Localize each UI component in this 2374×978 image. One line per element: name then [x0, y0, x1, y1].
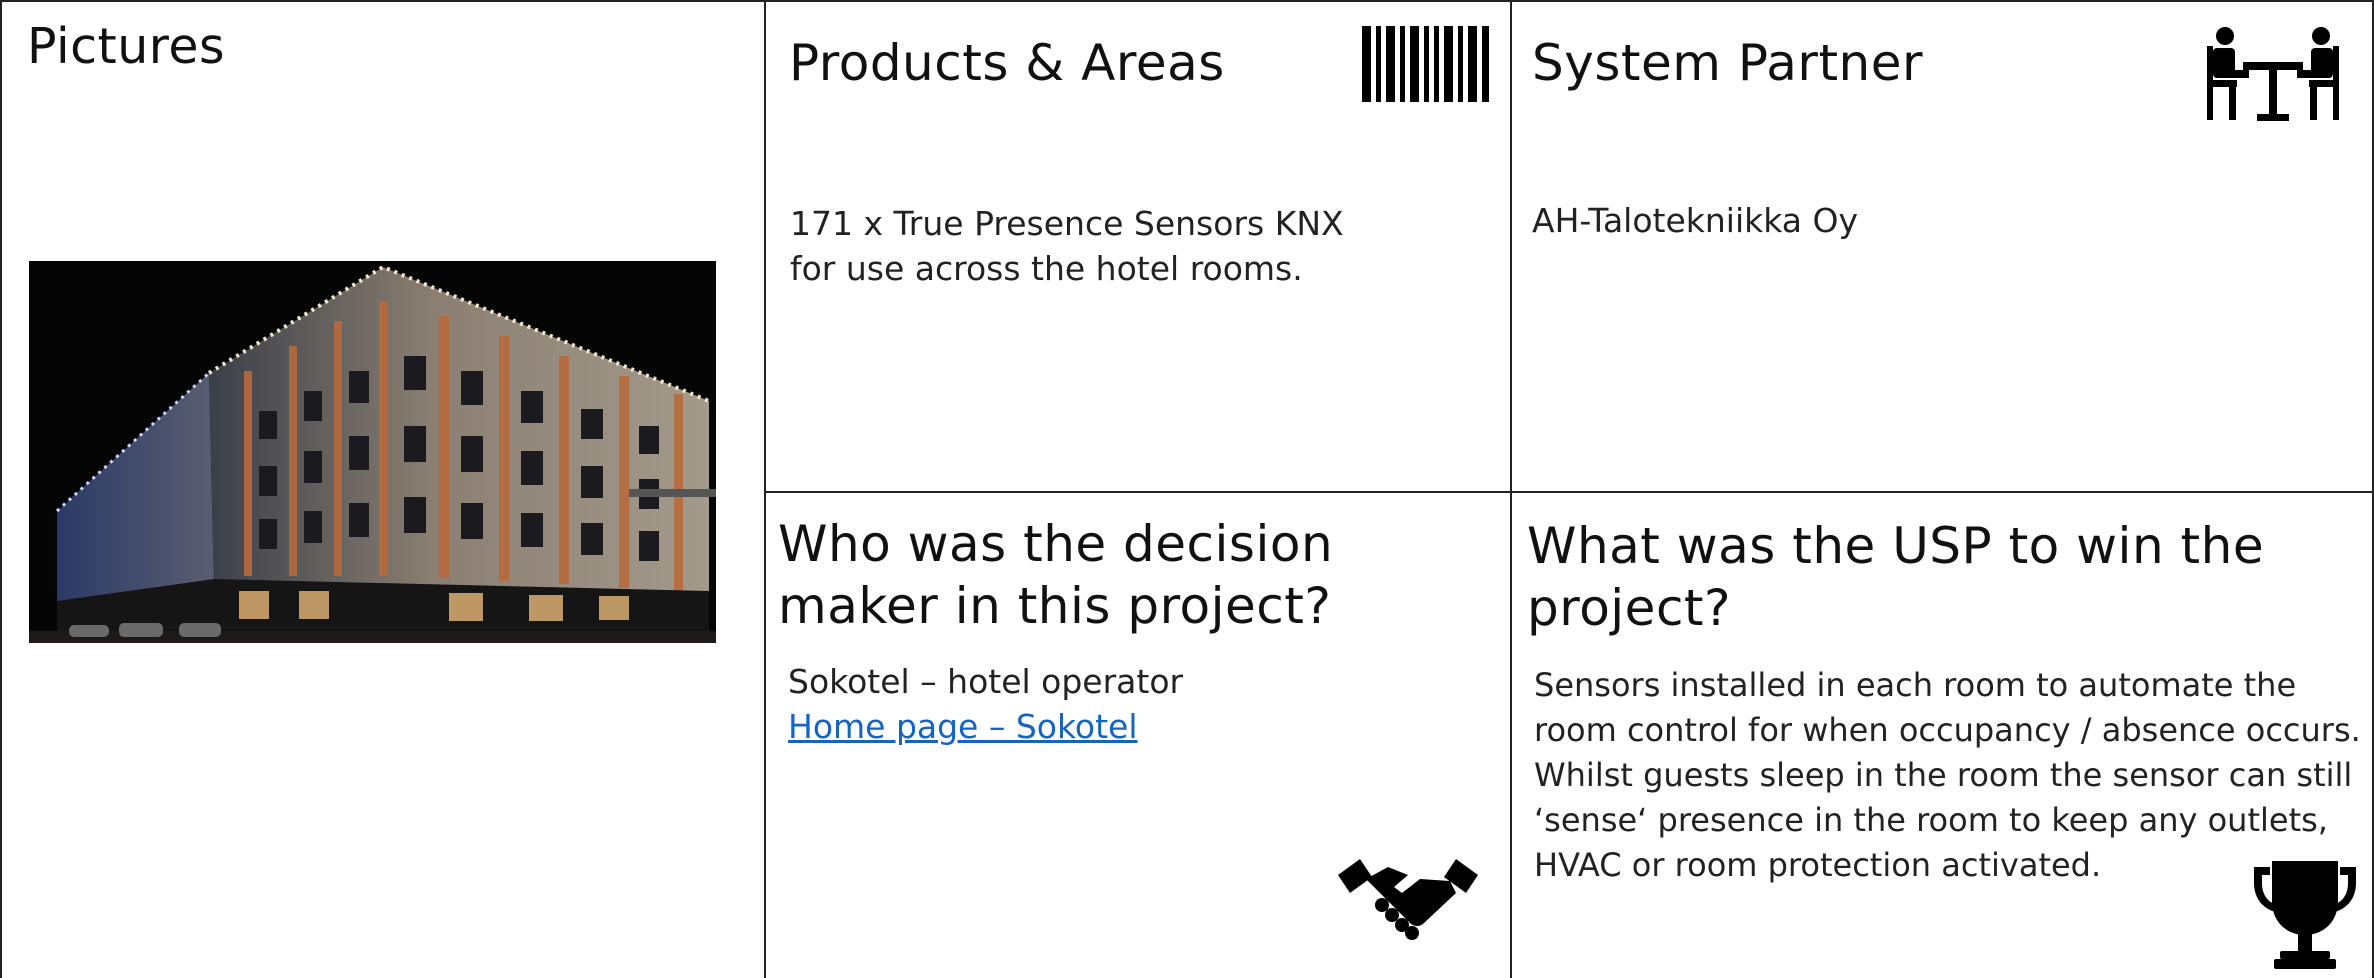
system-partner-description: AH-Talotekniikka Oy: [1532, 198, 1858, 243]
system-partner-panel: System Partner AH-Talotekniikka Oy: [1512, 2, 2372, 491]
products-line: 171 x True Presence Sensors KNX: [790, 204, 1344, 243]
partner-name: AH-Talotekniikka Oy: [1532, 201, 1859, 240]
products-areas-panel: Products & Areas 171 x True Presence Sen…: [766, 2, 1510, 491]
decision-title-line: Who was the decision: [778, 515, 1334, 573]
trophy-icon: [2250, 857, 2360, 976]
usp-title-line: project?: [1527, 579, 1732, 637]
decision-maker-name: Sokotel – hotel operator: [788, 662, 1184, 701]
usp-line: Whilst guests sleep in the room the sens…: [1534, 756, 2353, 794]
products-areas-title: Products & Areas: [789, 34, 1225, 92]
products-areas-description: 171 x True Presence Sensors KNX for use …: [790, 201, 1344, 291]
usp-title: What was the USP to win the project?: [1527, 515, 2264, 639]
usp-line: HVAC or room protection activated.: [1534, 846, 2102, 884]
barcode-icon: [1362, 26, 1492, 106]
pictures-panel: Pictures: [0, 0, 764, 978]
decision-title-line: maker in this project?: [778, 577, 1332, 635]
products-line: for use across the hotel rooms.: [790, 249, 1303, 288]
usp-line: Sensors installed in each room to automa…: [1534, 666, 2297, 704]
usp-title-line: What was the USP to win the: [1527, 517, 2265, 575]
pictures-title: Pictures: [27, 18, 226, 75]
hotel-building-photo: [29, 261, 716, 643]
usp-line: ‘sense‘ presence in the room to keep any…: [1534, 801, 2328, 839]
system-partner-title: System Partner: [1532, 34, 1924, 92]
usp-line: room control for when occupancy / absenc…: [1534, 711, 2361, 749]
usp-panel: What was the USP to win the project? Sen…: [1512, 493, 2372, 978]
slide: Pictures Products & Areas 171 x True Pre…: [0, 0, 2374, 978]
home-page-link[interactable]: Home page – Sokotel: [788, 707, 1138, 746]
decision-maker-panel: Who was the decision maker in this proje…: [766, 493, 1510, 978]
meeting-people-icon: [2207, 26, 2339, 126]
usp-description: Sensors installed in each room to automa…: [1534, 663, 2361, 888]
handshake-icon: [1338, 853, 1478, 947]
decision-maker-title: Who was the decision maker in this proje…: [778, 513, 1333, 637]
decision-maker-description: Sokotel – hotel operator Home page – Sok…: [788, 659, 1183, 749]
